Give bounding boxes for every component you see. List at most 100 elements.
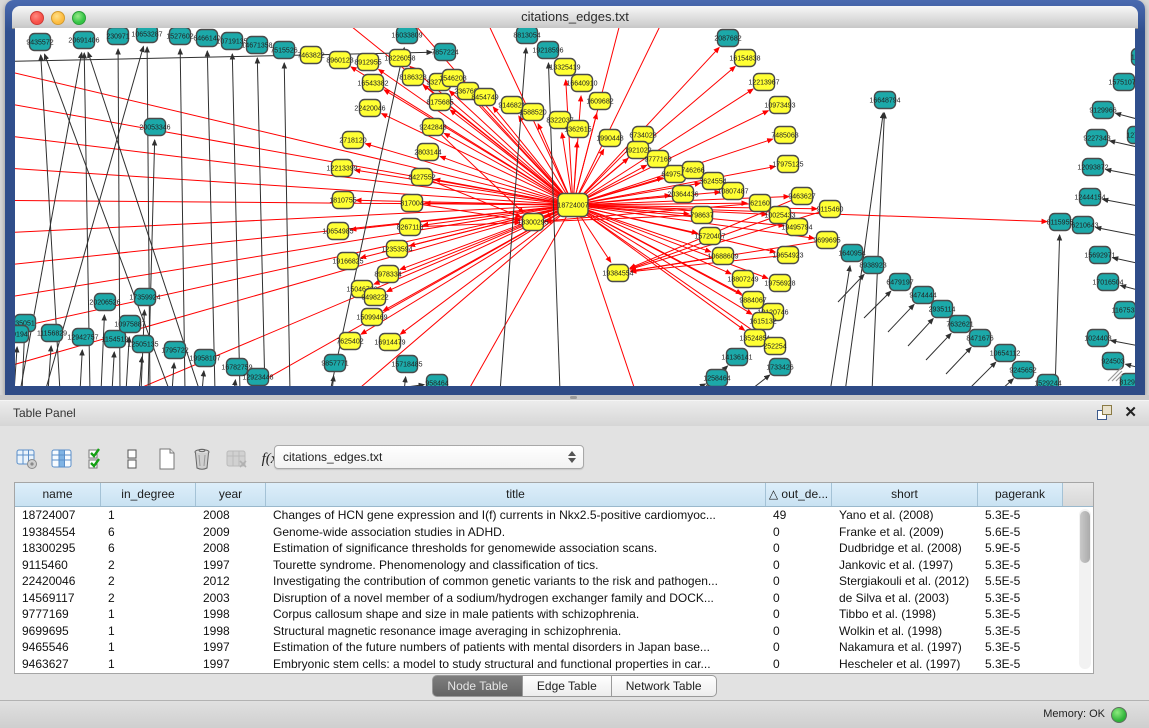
column-header-pagerank[interactable]: pagerank [978, 483, 1063, 506]
graph-node-teal[interactable]: 1733426 [766, 359, 793, 376]
graph-node-yellow[interactable]: 9777169 [644, 151, 671, 168]
table-row[interactable]: 977716911998Corpus callosum shape and si… [15, 606, 1093, 623]
graph-node-yellow[interactable]: 2718120 [339, 132, 366, 149]
unselect-all-icon[interactable] [119, 446, 145, 472]
graph-node-yellow[interactable]: 817004 [400, 195, 423, 212]
graph-node-teal[interactable]: 19218596 [532, 42, 563, 59]
scrollbar-thumb[interactable] [1080, 511, 1090, 563]
graph-node-yellow[interactable]: 19166825 [332, 253, 363, 270]
graph-node-yellow[interactable]: 8960123 [326, 52, 353, 69]
graph-node-yellow[interactable]: 19384554 [602, 265, 633, 282]
graph-node-yellow[interactable]: 19654923 [772, 247, 803, 264]
graph-node-yellow[interactable]: 7625402 [336, 333, 363, 350]
table-vertical-scrollbar[interactable] [1079, 509, 1091, 669]
graph-node-teal[interactable]: 1795722 [161, 342, 188, 359]
graph-node-yellow[interactable]: 252254 [763, 338, 786, 355]
graph-node-yellow[interactable]: 8912955 [354, 54, 381, 71]
table-row[interactable]: 946362711997Embryonic stem cells: a mode… [15, 656, 1093, 673]
graph-node-yellow[interactable]: 8267110 [397, 219, 424, 236]
graph-node-yellow[interactable]: 1588520 [519, 104, 546, 121]
graph-node-yellow[interactable]: 12213967 [748, 74, 779, 91]
table-row[interactable]: 1872400712008Changes of HCN gene express… [15, 507, 1093, 524]
graph-node-yellow[interactable]: 10654985 [322, 223, 353, 240]
table-row[interactable]: 1938455462009Genome-wide association stu… [15, 524, 1093, 541]
graph-node-teal[interactable]: 16033809 [391, 28, 422, 44]
graph-node-teal[interactable]: 17016504 [1092, 274, 1123, 291]
graph-node-teal[interactable]: 39194 [15, 326, 29, 343]
graph-node-teal[interactable]: 127741 [1126, 127, 1135, 144]
graph-node-teal[interactable]: 12093872 [1077, 159, 1108, 176]
graph-node-teal[interactable]: 19958107 [189, 350, 220, 367]
graph-node-yellow[interactable]: 18724007 [557, 194, 588, 217]
table-row[interactable]: 1830029562008Estimation of significance … [15, 540, 1093, 557]
graph-node-yellow[interactable]: 7463822 [297, 47, 324, 64]
graph-node-teal[interactable]: 9474444 [909, 287, 936, 304]
graph-node-teal[interactable]: 1024403 [1084, 330, 1111, 347]
table-mode-icon[interactable] [14, 446, 40, 472]
tab-node-table[interactable]: Node Table [432, 675, 523, 697]
show-columns-icon[interactable] [49, 446, 75, 472]
graph-node-teal[interactable]: 1529244 [1034, 375, 1061, 387]
graph-node-teal[interactable]: 17359924 [129, 289, 160, 306]
graph-node-teal[interactable]: 15718485 [391, 356, 422, 373]
graph-node-yellow[interactable]: 1990448 [596, 130, 623, 147]
graph-node-teal[interactable]: 9435572 [26, 34, 53, 51]
graph-node-yellow[interactable]: 9498222 [361, 289, 388, 306]
graph-node-yellow[interactable]: 746266 [681, 162, 704, 179]
graph-node-teal[interactable]: 7515526 [270, 42, 297, 59]
tab-network-table[interactable]: Network Table [612, 675, 717, 697]
graph-node-teal[interactable]: 11156829 [37, 325, 67, 342]
column-header-out-degree[interactable]: △ out_de... [766, 483, 832, 506]
graph-node-yellow[interactable]: 22420046 [354, 100, 385, 117]
graph-node-yellow[interactable]: 798637 [690, 207, 713, 224]
graph-node-teal[interactable]: 15751074 [1108, 74, 1135, 91]
graph-node-yellow[interactable]: 10688609 [707, 248, 738, 265]
graph-node-teal[interactable]: 14136141 [721, 349, 752, 366]
graph-node-teal[interactable]: 15692971 [1084, 247, 1115, 264]
tab-edge-table[interactable]: Edge Table [523, 675, 612, 697]
delete-table-icon[interactable] [224, 446, 250, 472]
graph-node-teal[interactable]: 958464 [425, 375, 448, 387]
graph-node-yellow[interactable]: 8454749 [471, 89, 498, 106]
graph-node-yellow[interactable]: 16154838 [729, 50, 760, 67]
graph-node-yellow[interactable]: 1609682 [586, 93, 613, 110]
graph-node-yellow[interactable]: 16543382 [357, 75, 388, 92]
graph-node-teal[interactable]: 1167533 [1112, 302, 1135, 319]
table-row[interactable]: 2242004622012Investigating the contribut… [15, 573, 1093, 590]
table-row[interactable]: 1456911722003Disruption of a novel membe… [15, 590, 1093, 607]
table-row[interactable]: 911546021997Tourette syndrome. Phenomeno… [15, 557, 1093, 574]
table-row[interactable]: 946554611997Estimation of the future num… [15, 639, 1093, 656]
graph-node-teal[interactable]: 1258464 [703, 370, 730, 387]
graph-node-yellow[interactable]: 1362615 [564, 121, 591, 138]
graph-node-yellow[interactable]: 8175685 [426, 94, 453, 111]
network-canvas[interactable]: 1872400718300295193845548960123891295518… [15, 28, 1135, 386]
table-selector-combobox[interactable]: citations_edges.txt [274, 445, 584, 469]
graph-node-teal[interactable]: 6479197 [886, 274, 913, 291]
graph-node-yellow[interactable]: 9242848 [419, 119, 446, 136]
graph-node-teal[interactable]: 10654112 [990, 345, 1021, 362]
graph-node-yellow[interactable]: 12353594 [381, 241, 412, 258]
graph-node-teal[interactable]: 8115955 [1047, 214, 1074, 231]
column-header-title[interactable]: title [266, 483, 766, 506]
graph-node-teal[interactable]: 9227343 [1083, 130, 1110, 147]
float-panel-icon[interactable] [1097, 405, 1112, 420]
graph-node-yellow[interactable]: 16914479 [374, 334, 405, 351]
graph-node-yellow[interactable]: 8186328 [399, 69, 426, 86]
graph-node-yellow[interactable]: 9463627 [788, 188, 815, 205]
graph-node-teal[interactable]: 230971 [106, 28, 129, 45]
graph-node-yellow[interactable]: 19756928 [764, 275, 795, 292]
column-header-name[interactable]: name [15, 483, 101, 506]
column-header-year[interactable]: year [196, 483, 266, 506]
graph-node-teal[interactable]: 9245652 [1009, 362, 1036, 379]
graph-node-yellow[interactable]: 2803144 [414, 144, 441, 161]
graph-node-teal[interactable]: 2087682 [714, 30, 741, 47]
graph-node-yellow[interactable]: 13325419 [549, 59, 580, 76]
graph-node-teal[interactable]: 20691406 [68, 32, 99, 49]
graph-node-teal[interactable]: 8938923 [859, 257, 886, 274]
graph-node-yellow[interactable]: 1615132 [749, 313, 776, 330]
graph-node-teal[interactable]: 8471676 [966, 330, 993, 347]
graph-node-teal[interactable]: 12942757 [67, 329, 98, 346]
graph-node-yellow[interactable]: 9115460 [817, 201, 844, 218]
graph-node-teal[interactable]: 8813054 [513, 28, 540, 44]
table-row[interactable]: 969969511998Structural magnetic resonanc… [15, 623, 1093, 640]
